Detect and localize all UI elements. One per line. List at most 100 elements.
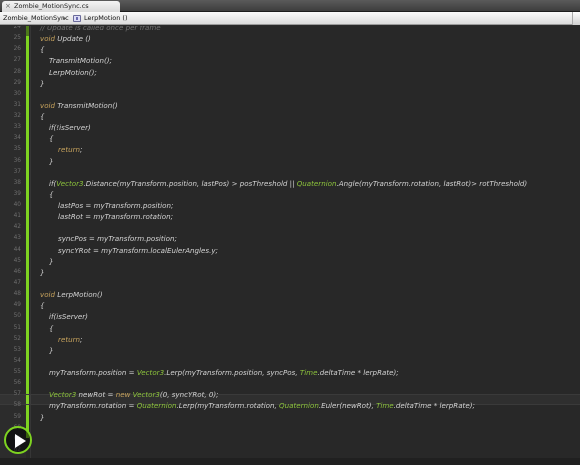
code-line: 58 myTransform.rotation = Quaternion.Ler… bbox=[0, 400, 580, 411]
code-token: { bbox=[40, 45, 45, 55]
line-number: 42 bbox=[13, 224, 21, 231]
tab-strip: × Zombie_MotionSync.cs bbox=[0, 0, 580, 12]
line-number: 56 bbox=[13, 380, 21, 387]
code-token: if( bbox=[40, 178, 57, 188]
line-number: 48 bbox=[13, 291, 21, 298]
code-token: Quaternion bbox=[136, 401, 177, 411]
line-number: 55 bbox=[13, 369, 21, 376]
line-number: 58 bbox=[13, 402, 21, 409]
code-text: { bbox=[40, 189, 54, 200]
code-text: Vector3 newRot = new Vector3(0, syncYRot… bbox=[40, 389, 219, 400]
code-text: } bbox=[40, 78, 45, 89]
code-line: 26 { bbox=[0, 44, 580, 55]
code-token: Vector3 bbox=[56, 178, 84, 188]
code-text: myTransform.position = Vector3.Lerp(myTr… bbox=[40, 367, 399, 378]
close-icon[interactable]: × bbox=[5, 1, 11, 12]
code-line: 25 void Update () bbox=[0, 33, 580, 44]
code-token: } bbox=[40, 267, 45, 277]
code-line: 61 bbox=[0, 434, 580, 445]
line-number: 29 bbox=[13, 79, 21, 86]
line-number: 59 bbox=[13, 413, 21, 420]
line-number: 53 bbox=[13, 346, 21, 353]
method-dropdown[interactable]: LerpMotion () bbox=[84, 12, 127, 25]
line-number: 47 bbox=[13, 279, 21, 286]
code-line: 33 if(!isServer) bbox=[0, 122, 580, 133]
line-number: 31 bbox=[13, 101, 21, 108]
code-token: } bbox=[40, 78, 45, 88]
code-token: .Euler(newRot), bbox=[318, 401, 377, 411]
line-number: 26 bbox=[13, 46, 21, 53]
code-token: .Distance(myTransform.position, lastPos)… bbox=[83, 178, 297, 188]
line-number: 57 bbox=[13, 391, 21, 398]
code-token: { bbox=[40, 189, 54, 199]
code-text: lastPos = myTransform.position; bbox=[40, 200, 173, 211]
code-text: return; bbox=[40, 334, 82, 345]
method-icon bbox=[73, 15, 81, 22]
code-token: myTransform.position = bbox=[40, 368, 137, 378]
tab-title: Zombie_MotionSync.cs bbox=[14, 2, 89, 10]
code-line: 55 myTransform.position = Vector3.Lerp(m… bbox=[0, 367, 580, 378]
code-token: lastRot = myTransform.rotation; bbox=[40, 212, 173, 222]
code-token: { bbox=[40, 134, 54, 144]
code-text: void Update () bbox=[40, 33, 91, 44]
line-number: 52 bbox=[13, 335, 21, 342]
code-line: 30 bbox=[0, 89, 580, 100]
line-number: 39 bbox=[13, 190, 21, 197]
code-line: 29} bbox=[0, 78, 580, 89]
code-line: 37 bbox=[0, 167, 580, 178]
code-token: // Update is called once per frame bbox=[40, 26, 161, 32]
code-line: 39 { bbox=[0, 189, 580, 200]
code-token: Vector3 bbox=[136, 368, 165, 378]
line-number: 36 bbox=[13, 157, 21, 164]
code-token: .deltaTime * lerpRate); bbox=[317, 368, 399, 378]
code-token: } bbox=[40, 256, 54, 266]
code-token: lastPos = myTransform.position; bbox=[40, 201, 174, 211]
code-line: 50 if(isServer) bbox=[0, 311, 580, 322]
code-line: 32 { bbox=[0, 111, 580, 122]
tab-zombie-motionsync[interactable]: × Zombie_MotionSync.cs bbox=[2, 1, 120, 12]
code-line: 38 if(Vector3.Distance(myTransform.posit… bbox=[0, 178, 580, 189]
code-text: } bbox=[40, 345, 54, 356]
code-token: return bbox=[58, 145, 81, 155]
play-icon[interactable] bbox=[4, 426, 32, 454]
code-text: if(!isServer) bbox=[40, 122, 91, 133]
code-token: .deltaTime * lerpRate); bbox=[393, 401, 475, 411]
code-token: Vector3 bbox=[49, 390, 77, 400]
line-number: 30 bbox=[13, 90, 21, 97]
code-line: 36 } bbox=[0, 156, 580, 167]
code-line: 48 void LerpMotion() bbox=[0, 289, 580, 300]
class-dropdown[interactable]: Zombie_MotionSync bbox=[3, 12, 69, 25]
code-token: Vector3 bbox=[132, 390, 160, 400]
code-line: 53 } bbox=[0, 345, 580, 356]
code-line: 60 bbox=[0, 423, 580, 434]
code-token: new bbox=[115, 390, 131, 400]
line-number: 35 bbox=[13, 146, 21, 153]
line-number: 37 bbox=[13, 168, 21, 175]
code-token: } bbox=[40, 156, 54, 166]
code-token: void bbox=[40, 100, 56, 110]
code-text: // Update is called once per frame bbox=[40, 26, 161, 33]
navigation-bar: Zombie_MotionSync ▸ LerpMotion () bbox=[0, 12, 580, 25]
code-token: if(isServer) bbox=[40, 312, 88, 322]
line-number: 45 bbox=[13, 257, 21, 264]
code-token: { bbox=[40, 112, 45, 122]
code-line: 42 bbox=[0, 222, 580, 233]
code-text: } bbox=[40, 256, 54, 267]
code-text: LerpMotion(); bbox=[40, 67, 97, 78]
code-line: 31 void TransmitMotion() bbox=[0, 100, 580, 111]
code-editor[interactable]: 24 // Update is called once per frame 25 vo… bbox=[0, 26, 580, 465]
code-line: 51 { bbox=[0, 323, 580, 334]
line-number: 34 bbox=[13, 135, 21, 142]
code-token: void bbox=[40, 34, 56, 44]
code-line: 49 { bbox=[0, 300, 580, 311]
line-number: 33 bbox=[13, 124, 21, 131]
code-line: 34 { bbox=[0, 133, 580, 144]
line-number: 40 bbox=[13, 202, 21, 209]
code-token: Time bbox=[376, 401, 394, 411]
code-line: 27 TransmitMotion(); bbox=[0, 55, 580, 66]
line-number: 27 bbox=[13, 57, 21, 64]
code-token: .Lerp(myTransform.rotation, bbox=[176, 401, 280, 411]
